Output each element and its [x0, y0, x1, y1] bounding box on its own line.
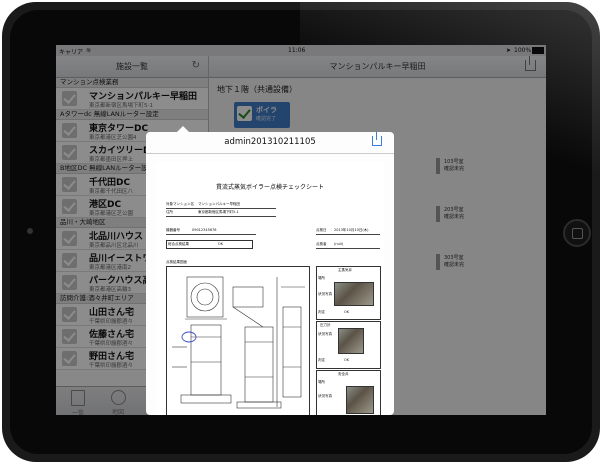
popover-header: admin201310211105	[146, 132, 394, 154]
building-label: 対象マンション名	[166, 202, 194, 206]
judgement-value: OK	[344, 310, 350, 314]
boiler-drawing-svg	[172, 276, 305, 409]
date-value: 2013年10月10日(木)	[334, 228, 369, 232]
row-label: 状況写真	[318, 292, 332, 296]
row-label: 状況写真	[318, 332, 332, 336]
boiler-technical-drawing	[166, 266, 310, 415]
machine-label: 機器番号	[166, 228, 180, 232]
item-header: 安全弁	[338, 372, 349, 376]
result-value: OK	[218, 242, 224, 246]
inspection-items-table: 主蒸気弁 場所 状況写真 判定 OK 圧力計 状況写真 判定 OK 安全弁 場所…	[316, 266, 381, 415]
address-label: 住所	[166, 210, 173, 214]
document-title: 貫流式蒸気ボイラー点検チェックシート	[215, 184, 324, 191]
address-value: 東京都新宿区馬場下町5-1	[198, 210, 239, 214]
item-header: 圧力計	[320, 323, 331, 327]
row-label: 判定	[318, 310, 325, 314]
row-label: 状況写真	[318, 394, 332, 398]
report-popover: admin201310211105 貫流式蒸気ボイラー点検チェックシート 対象マ…	[146, 132, 394, 415]
inspector-label: 点検者	[316, 242, 327, 246]
judgement-value: OK	[344, 358, 350, 362]
inspection-photo	[334, 282, 374, 306]
date-label: 点検日	[316, 228, 327, 232]
popover-title: admin201310211105	[224, 137, 316, 147]
machine-value: 09012345678	[192, 228, 217, 232]
row-label: 場所	[318, 276, 325, 280]
pdf-document-preview[interactable]: 貫流式蒸気ボイラー点検チェックシート 対象マンション名 マンションパルキー早稲田…	[156, 162, 384, 415]
building-value: マンションパルキー早稲田	[198, 202, 240, 206]
inspection-photo	[346, 386, 374, 414]
row-label: 判定	[318, 358, 325, 362]
row-label: 場所	[318, 380, 325, 384]
inspection-photo	[338, 328, 364, 354]
share-icon[interactable]	[372, 132, 382, 146]
app-screen: キャリア ≋ 11:06 ➤ 100% 施設一覧 ↻ マンション点検業務 マンシ…	[56, 45, 546, 415]
inspector-value: (null)	[334, 242, 344, 246]
front-camera	[27, 228, 33, 234]
result-label: 総合点検結果	[168, 242, 189, 246]
drawing-label: 点検結果図面	[166, 260, 187, 264]
home-button[interactable]	[563, 219, 591, 247]
item-header: 主蒸気弁	[338, 268, 352, 272]
